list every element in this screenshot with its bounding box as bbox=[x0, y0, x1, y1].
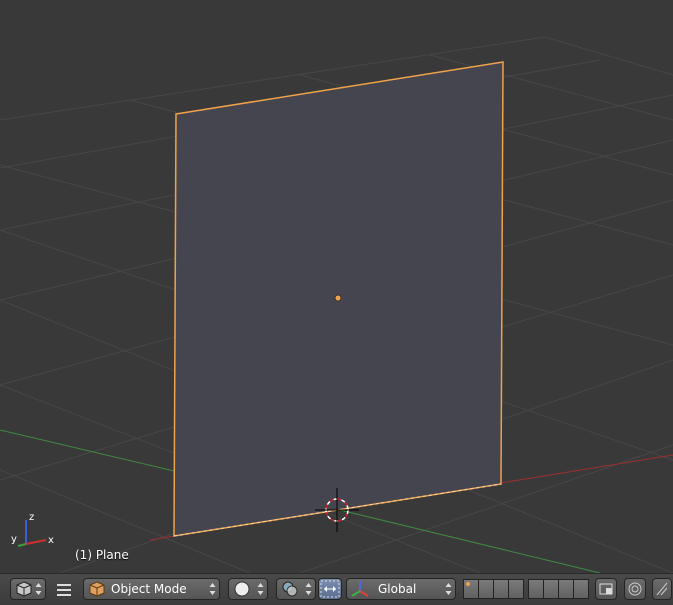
viewport-header: Object Mode Global bbox=[0, 573, 673, 605]
chevron-updown-icon bbox=[445, 583, 452, 595]
proportional-edit-toggle[interactable] bbox=[624, 578, 646, 600]
layer-button[interactable] bbox=[543, 579, 559, 599]
y-axis-line-front bbox=[339, 509, 601, 573]
chevron-updown-icon bbox=[305, 583, 312, 595]
chevron-updown-icon bbox=[257, 583, 264, 595]
snap-magnet-icon bbox=[599, 583, 613, 595]
layer-grid-group-1[interactable] bbox=[463, 579, 524, 599]
scene-canvas[interactable] bbox=[0, 0, 673, 573]
3d-viewport[interactable]: z x y (1) Plane bbox=[0, 0, 673, 573]
chevron-updown-icon bbox=[209, 583, 216, 595]
pivot-point-icon bbox=[282, 581, 298, 597]
object-cube-icon bbox=[89, 581, 105, 597]
mode-label: Object Mode bbox=[111, 582, 187, 596]
render-preview-button[interactable] bbox=[652, 578, 672, 600]
y-axis-label: y bbox=[11, 534, 17, 545]
z-axis-label: z bbox=[29, 512, 34, 523]
mode-select[interactable]: Object Mode bbox=[83, 578, 220, 600]
pivot-point-select[interactable] bbox=[276, 578, 316, 600]
transform-orientation-select[interactable]: Global bbox=[346, 578, 456, 600]
x-axis-label: x bbox=[48, 535, 54, 546]
orientation-label: Global bbox=[378, 582, 417, 596]
layer-button[interactable] bbox=[508, 579, 524, 599]
proportional-edit-icon bbox=[628, 582, 642, 596]
manipulator-toggle-icon bbox=[320, 580, 340, 598]
layer-button[interactable] bbox=[528, 579, 544, 599]
render-preview-icon bbox=[656, 582, 668, 596]
chevron-updown-icon bbox=[35, 583, 42, 595]
layer-button[interactable] bbox=[478, 579, 494, 599]
layer-grid-group-2[interactable] bbox=[528, 579, 589, 599]
active-layer-dot-icon bbox=[466, 582, 470, 586]
transform-axes-icon bbox=[351, 581, 369, 597]
object-origin-icon[interactable] bbox=[334, 294, 342, 302]
layer-button[interactable] bbox=[463, 579, 479, 599]
viewport-shading-select[interactable] bbox=[228, 578, 268, 600]
layer-button[interactable] bbox=[558, 579, 574, 599]
hamburger-menu-icon[interactable] bbox=[56, 583, 72, 597]
layer-button[interactable] bbox=[493, 579, 509, 599]
solid-sphere-icon bbox=[234, 581, 250, 597]
active-object-label: (1) Plane bbox=[75, 548, 129, 562]
layer-button[interactable] bbox=[573, 579, 589, 599]
manipulator-toggle[interactable] bbox=[318, 578, 342, 600]
cube-view-icon bbox=[16, 581, 32, 597]
snap-toggle[interactable] bbox=[595, 578, 617, 600]
editor-type-button[interactable] bbox=[10, 578, 46, 600]
axis-orientation-widget: z x y bbox=[11, 512, 54, 547]
